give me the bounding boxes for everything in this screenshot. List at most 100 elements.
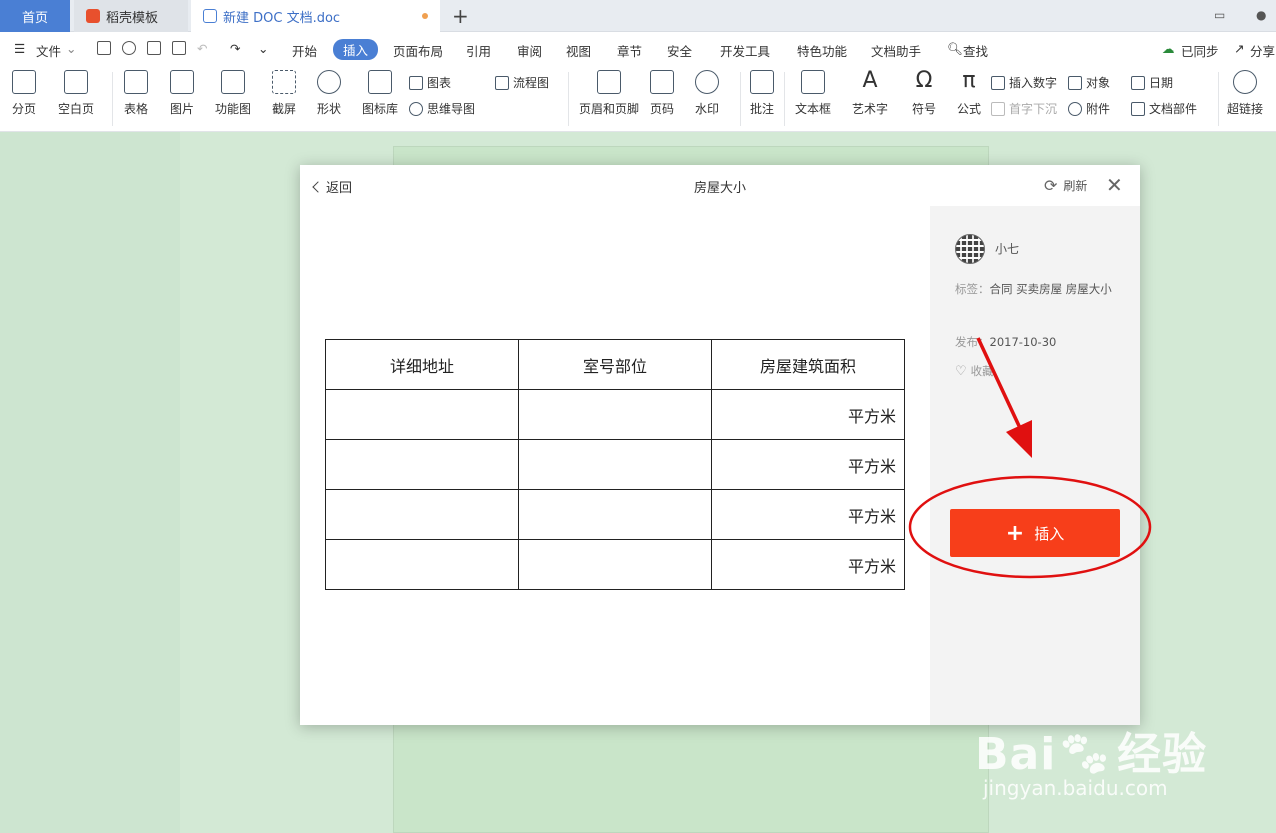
print-icon[interactable] xyxy=(147,41,161,55)
flowchart-button[interactable]: 流程图 xyxy=(495,74,549,91)
menu-insert[interactable]: 插入 xyxy=(333,39,379,60)
function-chart-button[interactable]: 功能图 xyxy=(215,70,251,117)
undo-icon[interactable]: ↶ xyxy=(197,41,207,56)
sync-status[interactable]: 已同步 xyxy=(1181,41,1219,60)
table-cell xyxy=(518,439,712,490)
window-layout-icon[interactable]: ▭ xyxy=(1214,8,1225,22)
function-chart-icon xyxy=(221,70,245,94)
page-number-button[interactable]: 页码 xyxy=(650,70,674,117)
table-cell-unit: 平方米 xyxy=(711,489,905,540)
favorite-button[interactable]: ♡ 收藏 xyxy=(955,363,994,379)
bar-chart-icon xyxy=(409,75,423,90)
tags-label: 标签： xyxy=(955,282,990,296)
object-button[interactable]: 对象 xyxy=(1068,74,1110,91)
user-avatar-icon[interactable]: ● xyxy=(1256,8,1266,22)
drop-cap-button[interactable]: 首字下沉 xyxy=(991,100,1057,117)
wordart-label: 艺术字 xyxy=(852,102,889,116)
header-footer-button[interactable]: 页眉和页脚 xyxy=(579,70,639,117)
insert-template-button[interactable]: + 插入 xyxy=(950,509,1120,557)
header-footer-label: 页眉和页脚 xyxy=(579,102,640,116)
page-break-button[interactable]: 分页 xyxy=(12,70,36,117)
insert-number-label: 插入数字 xyxy=(1009,76,1058,90)
comment-button[interactable]: 批注 xyxy=(750,70,774,117)
menu-security[interactable]: 安全 xyxy=(667,41,692,60)
picture-label: 图片 xyxy=(170,102,195,116)
pi-icon: π xyxy=(962,68,976,93)
docer-logo-icon xyxy=(86,9,100,23)
function-chart-label: 功能图 xyxy=(215,102,252,116)
textbox-button[interactable]: 文本框 xyxy=(795,70,831,117)
dialog-header: 返回 房屋大小 ⟳ 刷新 ✕ xyxy=(300,165,1140,206)
doc-parts-button[interactable]: 文档部件 xyxy=(1131,100,1197,117)
date-button[interactable]: 日期 xyxy=(1131,74,1173,91)
textbox-label: 文本框 xyxy=(795,102,832,116)
doc-parts-label: 文档部件 xyxy=(1149,102,1198,116)
icon-library-button[interactable]: 图标库 xyxy=(362,70,398,117)
wordart-button[interactable]: A 艺术字 xyxy=(852,70,888,117)
search-icon[interactable]: 🔍︎ xyxy=(947,41,963,57)
template-table: 详细地址 室号部位 房屋建筑面积 平方米 平方米 平方米 平方米 xyxy=(325,339,905,590)
table-cell xyxy=(518,539,712,590)
title-tabbar: 首页 稻壳模板 新建 DOC 文档.doc + ▭ ● xyxy=(0,0,1276,32)
menu-special[interactable]: 特色功能 xyxy=(797,41,847,60)
plus-icon: + xyxy=(1005,520,1025,546)
equation-button[interactable]: π 公式 xyxy=(957,70,981,117)
save-icon[interactable] xyxy=(97,41,111,55)
table-cell-unit: 平方米 xyxy=(711,439,905,490)
menu-page-layout[interactable]: 页面布局 xyxy=(393,41,443,60)
blank-page-label: 空白页 xyxy=(58,102,95,116)
comment-icon xyxy=(750,70,774,94)
refresh-button[interactable]: ⟳ 刷新 xyxy=(1044,176,1087,195)
menu-bar: ☰ 文件 ⌄ ↶ ↷ ⌄ 开始 插入 页面布局 引用 审阅 视图 章节 安全 开… xyxy=(0,32,1276,66)
attachment-label: 附件 xyxy=(1086,102,1111,116)
table-header-row: 详细地址 室号部位 房屋建筑面积 xyxy=(325,339,905,390)
chevron-down-icon[interactable]: ⌄ xyxy=(66,41,76,56)
table-cell xyxy=(325,539,519,590)
drop-cap-icon xyxy=(991,101,1005,116)
template-info-panel: 小七 标签：合同 买卖房屋 房屋大小 发布：2017-10-30 ♡ 收藏 + 插入 xyxy=(930,206,1140,725)
tab-document[interactable]: 新建 DOC 文档.doc xyxy=(191,0,440,32)
table-row: 平方米 xyxy=(325,389,905,440)
header-footer-icon xyxy=(597,70,621,94)
share-button[interactable]: 分享 xyxy=(1250,41,1275,60)
screenshot-button[interactable]: 截屏 xyxy=(272,70,296,117)
shapes-button[interactable]: 形状 xyxy=(317,70,341,117)
blank-page-button[interactable]: 空白页 xyxy=(58,70,94,117)
symbol-button[interactable]: Ω 符号 xyxy=(912,70,936,117)
menu-view[interactable]: 视图 xyxy=(566,41,591,60)
table-row: 平方米 xyxy=(325,439,905,490)
mindmap-button[interactable]: 思维导图 xyxy=(409,100,475,117)
table-cell xyxy=(518,389,712,440)
mindmap-label: 思维导图 xyxy=(427,102,476,116)
new-tab-button[interactable]: + xyxy=(452,4,469,28)
menu-references[interactable]: 引用 xyxy=(466,41,491,60)
redo-icon[interactable]: ↷ xyxy=(230,41,240,56)
table-row: 平方米 xyxy=(325,539,905,590)
menu-review[interactable]: 审阅 xyxy=(517,41,542,60)
flowchart-label: 流程图 xyxy=(513,76,550,90)
hyperlink-button[interactable]: 超链接 xyxy=(1227,70,1263,117)
chart-button[interactable]: 图表 xyxy=(409,74,451,91)
format-painter-icon[interactable] xyxy=(122,41,136,55)
table-button[interactable]: 表格 xyxy=(124,70,148,117)
tab-home[interactable]: 首页 xyxy=(0,0,70,32)
hamburger-menu-icon[interactable]: ☰ xyxy=(14,41,25,56)
drop-cap-label: 首字下沉 xyxy=(1009,102,1058,116)
insert-number-button[interactable]: 插入数字 xyxy=(991,74,1057,91)
menu-find[interactable]: 查找 xyxy=(963,41,988,60)
picture-button[interactable]: 图片 xyxy=(170,70,194,117)
menu-start[interactable]: 开始 xyxy=(292,41,317,60)
menu-doc-assistant[interactable]: 文档助手 xyxy=(871,41,921,60)
table-cell xyxy=(325,489,519,540)
watermark-button[interactable]: 水印 xyxy=(695,70,719,117)
symbol-label: 符号 xyxy=(912,102,937,116)
file-menu[interactable]: 文件 xyxy=(36,41,61,60)
baidu-watermark: Bai🐾︎经验 jingyan.baidu.com xyxy=(975,718,1207,800)
attachment-button[interactable]: 附件 xyxy=(1068,100,1110,117)
menu-developer[interactable]: 开发工具 xyxy=(720,41,770,60)
quick-access-more-icon[interactable]: ⌄ xyxy=(258,41,268,56)
print-preview-icon[interactable] xyxy=(172,41,186,55)
menu-section[interactable]: 章节 xyxy=(617,41,642,60)
close-icon[interactable]: ✕ xyxy=(1106,173,1123,197)
tab-docer[interactable]: 稻壳模板 xyxy=(74,0,188,32)
